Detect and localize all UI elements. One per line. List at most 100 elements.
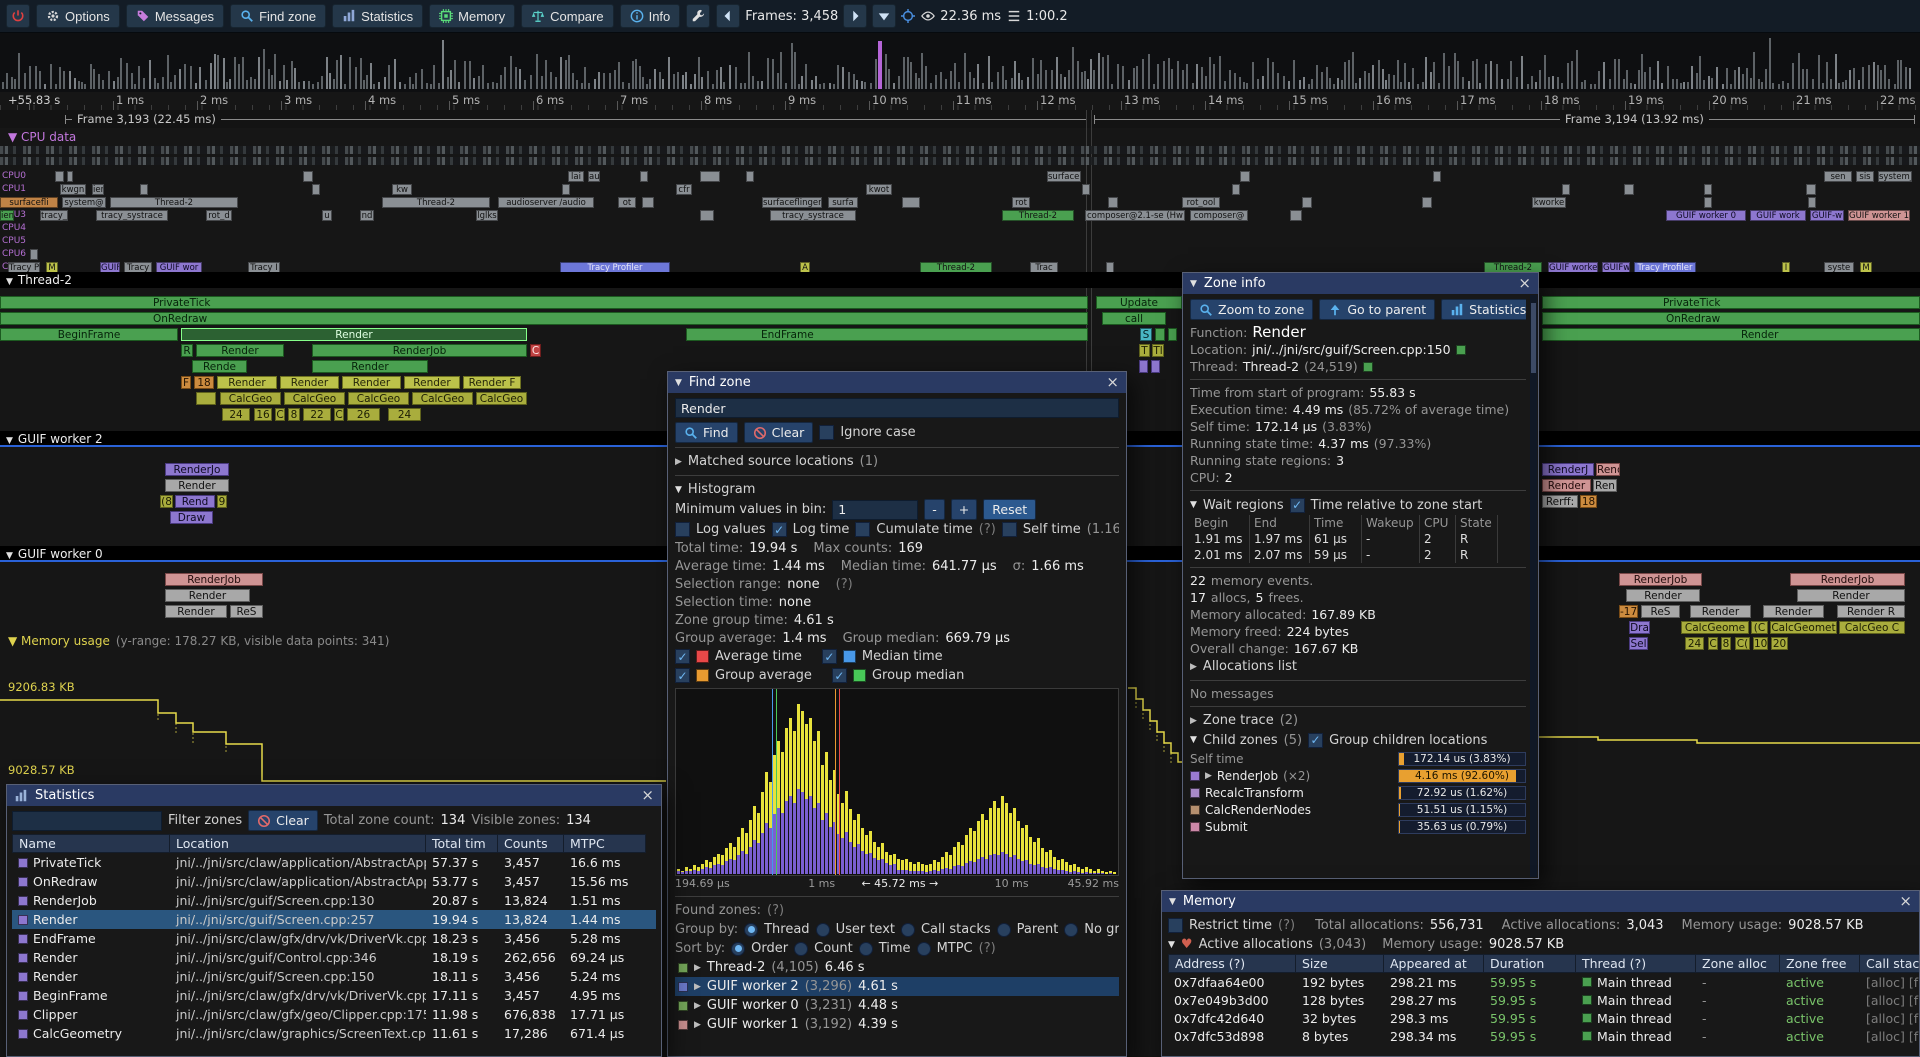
cpu-zone[interactable]: GUIF work xyxy=(1750,210,1806,221)
statistics-titlebar[interactable]: Statistics × xyxy=(7,785,661,806)
column-header-appearedat[interactable]: Appeared at xyxy=(1384,954,1484,973)
find-zone-titlebar[interactable]: ▼ Find zone × xyxy=(668,372,1126,393)
zone-trace-toggle[interactable]: ▶ Zone trace (2) xyxy=(1190,711,1526,730)
options-button[interactable]: Options xyxy=(36,4,120,28)
cpu-zone[interactable]: ier xyxy=(92,184,104,195)
timeline-zone[interactable]: CalcGeo C xyxy=(1839,621,1905,634)
timeline-zone[interactable]: Render xyxy=(1763,605,1824,618)
timeline-zone[interactable]: Render xyxy=(404,376,460,389)
cpu-zone[interactable] xyxy=(1808,197,1816,208)
cpu-zone[interactable] xyxy=(1108,197,1118,208)
statistics-row[interactable]: Renderjni/../jni/src/guif/Control.cpp:34… xyxy=(12,948,656,967)
timeline-zone[interactable]: RenderJob xyxy=(165,573,263,586)
timeline-zone[interactable]: OnRedraw xyxy=(1542,312,1920,325)
memory-usage-header[interactable]: ▼ Memory usage(y-range: 178.27 KB, visib… xyxy=(8,634,389,648)
timeline-zone[interactable]: 20 xyxy=(1771,637,1788,650)
timeline-zone[interactable]: 9 xyxy=(217,495,227,508)
timeline-zone[interactable]: Render xyxy=(181,328,527,341)
timeline-zone[interactable]: 22 xyxy=(303,408,331,421)
cpu-zone[interactable]: composer@ xyxy=(1190,210,1248,221)
found-zone-group[interactable]: ▶GUIF worker 2(3,296)4.61 s xyxy=(675,977,1119,996)
timeline-zone[interactable]: Render xyxy=(1626,589,1700,602)
source-color-swatch[interactable] xyxy=(1456,345,1466,355)
close-icon[interactable]: × xyxy=(641,788,654,803)
cpu-zone[interactable] xyxy=(1806,184,1816,195)
allocations-list-toggle[interactable]: ▶ Allocations list xyxy=(1190,657,1526,676)
statistics-button[interactable]: Statistics xyxy=(332,4,423,28)
timeline-zone[interactable]: C xyxy=(530,344,541,357)
timeline-zone[interactable]: RenderJob xyxy=(1619,573,1702,586)
cpu-zone[interactable] xyxy=(1290,210,1302,221)
allocation-row[interactable]: 0x7dfc53d8988 bytes298.34 ms59.95 sMain … xyxy=(1168,1027,1913,1045)
timeline-zone[interactable]: C( xyxy=(1735,637,1750,650)
cpu-zone[interactable]: Thread-2 xyxy=(110,197,238,208)
statistics-row[interactable]: EndFramejni/../jni/src/claw/gfx/drv/vk/D… xyxy=(12,929,656,948)
timeline-zone[interactable]: PrivateTick xyxy=(1542,296,1920,309)
legend-checkbox[interactable] xyxy=(675,668,690,683)
ignore-case-checkbox[interactable] xyxy=(819,425,834,440)
timeline-zone[interactable]: Rerff: xyxy=(1542,495,1578,508)
timeline-zone[interactable]: Update xyxy=(1096,296,1182,309)
find-zone-search-input[interactable] xyxy=(675,398,1119,418)
statistics-row[interactable]: OnRedrawjni/../jni/src/claw/application/… xyxy=(12,872,656,891)
timeline-zone[interactable]: 10 xyxy=(1753,637,1768,650)
cpu-zone[interactable]: rot xyxy=(1012,197,1030,208)
timeline-zone[interactable]: CalcGeomet xyxy=(1770,621,1837,634)
power-button[interactable] xyxy=(6,4,30,28)
column-header-duration[interactable]: Duration xyxy=(1484,954,1576,973)
cpu-zone[interactable] xyxy=(30,249,38,260)
cumulate-time-checkbox[interactable] xyxy=(855,522,870,537)
timeline-zone[interactable]: CalcGeome xyxy=(1681,621,1749,634)
frame-select-button[interactable] xyxy=(872,4,896,28)
cpu-zone[interactable]: system@ xyxy=(62,197,106,208)
cpu-zone[interactable] xyxy=(1240,171,1250,182)
cpu-zone[interactable]: kwgn xyxy=(60,184,86,195)
timeline-zone[interactable]: CalcGeo xyxy=(284,392,345,405)
cpu-zone[interactable]: kworke xyxy=(1532,197,1566,208)
tools-button[interactable] xyxy=(686,4,710,28)
cpu-zone[interactable]: nd xyxy=(360,210,374,221)
cpu-zone[interactable]: surfacefli xyxy=(0,197,58,208)
column-header-callstack[interactable]: Call stack xyxy=(1860,954,1920,973)
next-frame-button[interactable] xyxy=(843,4,867,28)
timeline-zone[interactable]: Tl xyxy=(1152,344,1164,357)
matched-source-locations-toggle[interactable]: ▶ Matched source locations (1) xyxy=(675,452,1119,471)
timeline-zone[interactable]: (C xyxy=(1751,621,1768,634)
current-frame-marker[interactable] xyxy=(878,41,882,89)
cpu-zone[interactable] xyxy=(312,184,320,195)
timeline-zone[interactable]: CalcGeo xyxy=(476,392,527,405)
cpu-zone[interactable]: kw xyxy=(392,184,412,195)
statistics-row[interactable]: BeginFramejni/../jni/src/claw/gfx/drv/vk… xyxy=(12,986,656,1005)
column-header-location[interactable]: Location xyxy=(170,834,426,853)
find-button[interactable]: Find xyxy=(675,422,738,443)
radio-no-grouping[interactable] xyxy=(1064,923,1078,937)
cpu-zone[interactable]: rot_d xyxy=(206,210,232,221)
memory-table-header[interactable]: Address (?)SizeAppeared atDurationThread… xyxy=(1168,954,1913,973)
timeline-zone[interactable]: 16 xyxy=(254,408,272,421)
timeline-zone[interactable]: call xyxy=(1102,312,1166,325)
timeline-zone[interactable]: Ren xyxy=(1593,479,1617,492)
cpu-zone[interactable]: GUIF worker 0 xyxy=(1666,210,1746,221)
column-header-mtpc[interactable]: MTPC xyxy=(564,834,646,853)
cpu-zone[interactable] xyxy=(1302,197,1312,208)
cpu-zone[interactable]: ien xyxy=(0,210,14,221)
cpu-zone[interactable] xyxy=(1624,184,1634,195)
child-zone-row[interactable]: RecalcTransform72.92 us (1.62%) xyxy=(1190,784,1526,801)
cpu-zone[interactable] xyxy=(1422,197,1432,208)
timeline-zone[interactable]: RenderJ xyxy=(1542,463,1594,476)
cpu-zone[interactable]: kwot xyxy=(866,184,892,195)
timeline-zone[interactable]: PrivateTick xyxy=(0,296,1088,309)
timeline-zone[interactable]: Render xyxy=(1690,605,1751,618)
column-header-name[interactable]: Name xyxy=(12,834,170,853)
column-header-size[interactable]: Size xyxy=(1296,954,1384,973)
min-bin-decrease-button[interactable]: - xyxy=(924,499,945,520)
cpu-zone[interactable]: surfaceflinger xyxy=(762,197,822,208)
go-to-parent-button[interactable]: Go to parent xyxy=(1319,299,1435,320)
legend-checkbox[interactable] xyxy=(675,649,690,664)
min-bin-input[interactable] xyxy=(832,500,918,520)
allocation-row[interactable]: 0x7dfc42d64032 bytes298.3 ms59.95 sMain … xyxy=(1168,1009,1913,1027)
child-zones-toggle[interactable]: ▼ Child zones (5) Group children locatio… xyxy=(1190,730,1526,750)
collapse-icon[interactable]: ▼ xyxy=(1190,279,1197,289)
legend-checkbox[interactable] xyxy=(832,668,847,683)
timeline-zone[interactable]: Render xyxy=(312,360,428,373)
